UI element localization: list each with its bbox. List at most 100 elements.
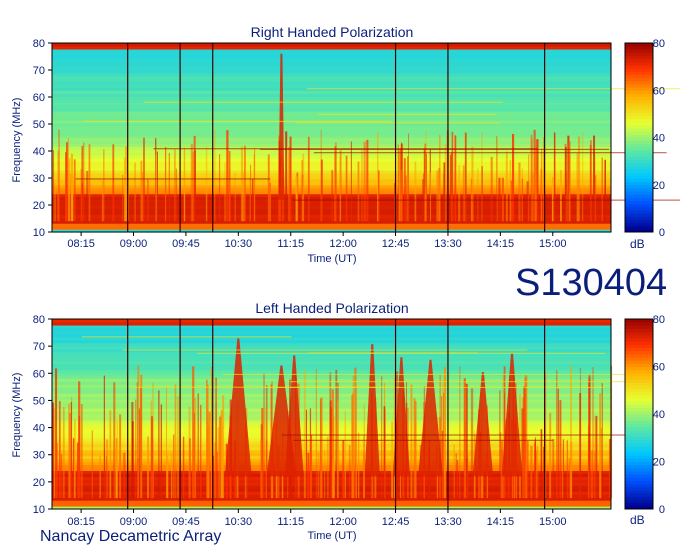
emission-streak — [302, 153, 305, 222]
emission-streak — [551, 177, 554, 222]
colorbar-swatch — [625, 197, 653, 201]
y-axis-label: Frequency (MHz) — [11, 373, 23, 458]
colorbar-swatch — [625, 131, 653, 135]
colorbar-swatch — [625, 439, 653, 443]
emission-streak — [123, 157, 126, 222]
colorbar-swatch — [625, 407, 653, 412]
emission-streak — [342, 440, 345, 499]
emission-streak — [70, 402, 72, 499]
emission-streak — [366, 139, 369, 222]
emission-streak — [140, 160, 143, 222]
colorbar-tick-label: 20 — [653, 180, 665, 192]
emission-streak — [357, 161, 360, 222]
x-tick-label: 09:00 — [120, 516, 148, 528]
emission-streak — [462, 165, 465, 222]
emission-streak — [501, 177, 504, 222]
interference-line — [75, 178, 271, 180]
dataset-id: S130404 — [515, 262, 668, 304]
colorbar-swatch — [625, 474, 653, 478]
x-axis: 08:15 09:00 09:45 10:30 11:15 12:00 12:45 13:30… — [67, 509, 567, 528]
emission-streak — [441, 396, 443, 499]
colorbar-swatch — [625, 159, 653, 164]
colorbar-swatch — [625, 165, 653, 170]
colorbar-swatch — [625, 414, 653, 418]
spectrogram-band — [52, 319, 611, 323]
emission-streak — [305, 409, 308, 499]
colorbar-swatch — [625, 181, 653, 186]
emission-streak — [135, 399, 137, 499]
colorbar-swatch — [625, 71, 653, 75]
emission-streak — [481, 131, 483, 222]
spectrogram-plot — [51, 42, 680, 233]
emission-streak — [556, 370, 558, 499]
x-tick-label: 09:45 — [172, 516, 200, 528]
emission-streak — [60, 454, 63, 499]
y-axis: 10 20 30 40 50 60 70 80 — [33, 38, 52, 239]
emission-streak — [73, 159, 76, 222]
emission-streak — [601, 157, 603, 222]
y-tick-label: 60 — [33, 92, 45, 104]
emission-streak — [337, 400, 339, 499]
colorbar-swatch — [625, 483, 653, 488]
colorbar-swatch — [625, 493, 653, 497]
emission-streak — [335, 142, 337, 222]
emission-streak — [332, 459, 335, 499]
emission-streak — [307, 452, 310, 499]
emission-streak — [490, 156, 493, 222]
colorbar-swatch — [625, 338, 653, 342]
emission-streak — [56, 442, 58, 499]
x-tick-label: 08:15 — [67, 238, 95, 250]
colorbar-swatch — [625, 334, 653, 339]
colorbar-swatch — [625, 496, 653, 500]
colorbar-swatch — [625, 203, 653, 208]
emission-streak — [131, 401, 134, 499]
emission-streak — [326, 436, 329, 499]
emission-streak — [143, 137, 145, 222]
emission-streak — [540, 429, 543, 499]
colorbar-swatch — [625, 178, 653, 183]
colorbar-swatch — [625, 391, 653, 396]
y-tick-label: 20 — [33, 477, 45, 489]
emission-streak — [166, 454, 169, 499]
emission-streak — [170, 453, 173, 499]
emission-streak — [499, 390, 501, 499]
emission-streak — [234, 172, 236, 222]
colorbar-swatch — [625, 471, 653, 475]
emission-streak — [205, 146, 208, 222]
colorbar-swatch — [625, 353, 653, 358]
colorbar-swatch — [625, 369, 653, 374]
emission-streak — [99, 455, 101, 499]
interference-line — [313, 152, 667, 154]
colorbar-swatch — [625, 420, 653, 424]
colorbar-swatch — [625, 80, 653, 85]
colorbar-swatch — [625, 112, 653, 116]
emission-streak — [242, 172, 245, 222]
colorbar-swatch — [625, 398, 653, 402]
emission-streak — [65, 152, 68, 222]
emission-streak — [403, 158, 406, 222]
emission-streak — [62, 407, 65, 499]
colorbar-swatch — [625, 46, 653, 50]
colorbar-swatch — [625, 52, 653, 57]
x-axis-label: Time (UT) — [307, 253, 356, 265]
emission-streak — [165, 146, 167, 222]
colorbar-swatch — [625, 172, 653, 176]
colorbar-swatch — [625, 191, 653, 195]
colorbar-swatch — [625, 423, 653, 428]
emission-streak — [80, 168, 83, 222]
emission-streak — [138, 408, 140, 499]
emission-streak — [113, 382, 116, 499]
colorbar-swatch — [625, 124, 653, 129]
interference-line — [81, 336, 292, 338]
colorbar-swatch — [625, 140, 653, 145]
emission-streak — [215, 402, 217, 499]
y-tick-label: 40 — [33, 146, 45, 158]
emission-streak — [425, 130, 427, 222]
x-tick-label: 09:00 — [120, 238, 148, 250]
emission-streak — [214, 129, 216, 222]
colorbar-swatch — [625, 68, 653, 72]
colorbar-swatch — [625, 225, 653, 230]
colorbar-swatch — [625, 395, 653, 399]
colorbar-swatch — [625, 184, 653, 189]
x-tick-label: 11:15 — [277, 516, 304, 528]
